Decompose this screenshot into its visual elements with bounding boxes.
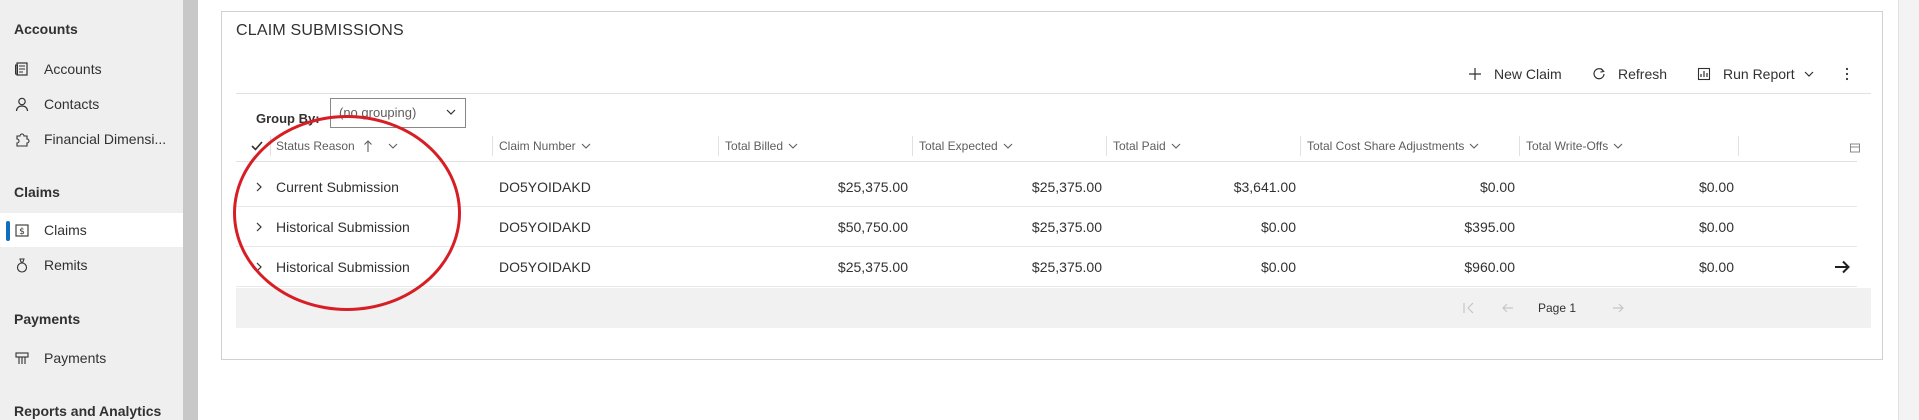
sidebar-item-contacts[interactable]: Contacts	[0, 87, 183, 121]
column-header-label: Total Write-Offs	[1526, 139, 1609, 153]
column-header-total-write-offs[interactable]: Total Write-Offs	[1526, 130, 1624, 162]
refresh-button[interactable]: Refresh	[1592, 60, 1667, 88]
column-divider	[1300, 136, 1301, 156]
section-title-reports: Reports and Analytics	[14, 403, 162, 419]
run-report-label: Run Report	[1723, 66, 1795, 82]
total-billed-cell: $25,375.00	[837, 259, 908, 275]
total-write-offs-cell: $0.00	[1698, 259, 1734, 275]
sidebar-item-label: Claims	[44, 222, 87, 238]
pagination-bar: Page 1	[236, 288, 1871, 328]
column-divider	[492, 136, 493, 156]
column-header-claim-number[interactable]: Claim Number	[499, 130, 592, 162]
payments-icon	[14, 350, 30, 366]
panel-title: CLAIM SUBMISSIONS	[236, 22, 404, 39]
next-page-icon[interactable]	[1611, 301, 1625, 315]
total-write-offs-cell: $0.00	[1698, 179, 1734, 195]
column-header-label: Total Expected	[919, 139, 998, 153]
table-row[interactable]: Current Submission DO5YOIDAKD $25,375.00…	[236, 167, 1857, 207]
right-side-rail	[1898, 0, 1919, 420]
plus-icon	[1468, 67, 1482, 81]
command-bar-divider	[236, 93, 1871, 94]
column-header-label: Total Cost Share Adjustments	[1307, 139, 1465, 153]
section-title-accounts: Accounts	[14, 21, 78, 37]
grid-header: Status Reason Claim Number Total Billed …	[236, 130, 1857, 162]
claim-submissions-panel: CLAIM SUBMISSIONS New Claim Refresh Run …	[221, 11, 1883, 360]
sidebar-item-label: Financial Dimensi...	[44, 131, 167, 147]
chevron-down-icon	[1612, 140, 1624, 152]
sidebar-item-remits[interactable]: Remits	[0, 248, 183, 282]
total-expected-cell: $25,375.00	[1031, 219, 1102, 235]
more-commands-button[interactable]	[1844, 60, 1850, 88]
open-record-arrow-icon[interactable]	[1833, 247, 1851, 287]
chevron-down-icon	[1468, 140, 1480, 152]
total-expected-cell: $25,375.00	[1031, 179, 1102, 195]
sidebar-item-label: Accounts	[44, 61, 102, 77]
new-claim-label: New Claim	[1494, 66, 1562, 82]
total-cost-share-cell: $0.00	[1479, 179, 1515, 195]
more-vertical-icon	[1844, 66, 1850, 82]
table-row[interactable]: Historical Submission DO5YOIDAKD $25,375…	[236, 247, 1857, 287]
column-header-total-cost-share[interactable]: Total Cost Share Adjustments	[1307, 130, 1480, 162]
column-divider	[718, 136, 719, 156]
section-title-payments: Payments	[14, 311, 81, 327]
report-icon	[1697, 67, 1711, 81]
total-expected-cell: $25,375.00	[1031, 259, 1102, 275]
column-divider	[1519, 136, 1520, 156]
claims-icon: $	[14, 222, 30, 238]
column-header-label: Claim Number	[499, 139, 576, 153]
column-header-total-billed[interactable]: Total Billed	[725, 130, 799, 162]
sidebar-scrollbar[interactable]	[183, 0, 198, 420]
column-settings-icon[interactable]	[1849, 142, 1861, 154]
chevron-down-icon	[1170, 140, 1182, 152]
first-page-icon[interactable]	[1462, 301, 1476, 315]
accounts-icon	[14, 61, 30, 77]
previous-page-icon[interactable]	[1501, 301, 1515, 315]
total-paid-cell: $0.00	[1260, 259, 1296, 275]
claim-number-cell: DO5YOIDAKD	[499, 259, 591, 275]
total-cost-share-cell: $960.00	[1464, 259, 1515, 275]
claim-number-cell: DO5YOIDAKD	[499, 179, 591, 195]
column-divider	[1738, 136, 1739, 156]
sidebar-item-claims[interactable]: $ Claims	[0, 213, 183, 247]
column-divider	[1106, 136, 1107, 156]
sidebar-item-accounts[interactable]: Accounts	[0, 52, 183, 86]
chevron-down-icon	[1803, 68, 1815, 80]
svg-text:$: $	[19, 227, 25, 237]
refresh-label: Refresh	[1618, 66, 1668, 82]
sidebar-item-label: Remits	[44, 257, 88, 273]
chevron-down-icon	[580, 140, 592, 152]
money-bag-icon	[14, 257, 30, 273]
section-title-claims: Claims	[14, 184, 60, 200]
total-cost-share-cell: $395.00	[1464, 219, 1515, 235]
new-claim-button[interactable]: New Claim	[1468, 60, 1562, 88]
sidebar-item-label: Contacts	[44, 96, 100, 112]
sidebar-item-financial-dimensions[interactable]: Financial Dimensi...	[0, 122, 183, 156]
total-paid-cell: $0.00	[1260, 219, 1296, 235]
refresh-icon	[1592, 67, 1606, 81]
total-write-offs-cell: $0.00	[1698, 219, 1734, 235]
red-annotation-circle	[233, 115, 461, 311]
chevron-down-icon	[787, 140, 799, 152]
contact-person-icon	[14, 96, 30, 112]
sidebar-item-label: Payments	[44, 350, 107, 366]
column-header-label: Total Billed	[725, 139, 784, 153]
chevron-down-icon	[445, 106, 457, 118]
claim-number-cell: DO5YOIDAKD	[499, 219, 591, 235]
total-billed-cell: $50,750.00	[837, 219, 908, 235]
column-divider	[912, 136, 913, 156]
sidebar-item-payments[interactable]: Payments	[0, 341, 183, 375]
chevron-down-icon	[1002, 140, 1014, 152]
puzzle-icon	[14, 131, 30, 147]
column-header-label: Total Paid	[1113, 139, 1166, 153]
table-row[interactable]: Historical Submission DO5YOIDAKD $50,750…	[236, 207, 1857, 247]
run-report-button[interactable]: Run Report	[1697, 60, 1815, 88]
column-header-total-expected[interactable]: Total Expected	[919, 130, 1014, 162]
page-number: Page 1	[1538, 301, 1577, 315]
total-billed-cell: $25,375.00	[837, 179, 908, 195]
total-paid-cell: $3,641.00	[1233, 179, 1296, 195]
column-header-total-paid[interactable]: Total Paid	[1113, 130, 1182, 162]
sidebar: Accounts Accounts Contacts Financial Dim…	[0, 0, 183, 420]
